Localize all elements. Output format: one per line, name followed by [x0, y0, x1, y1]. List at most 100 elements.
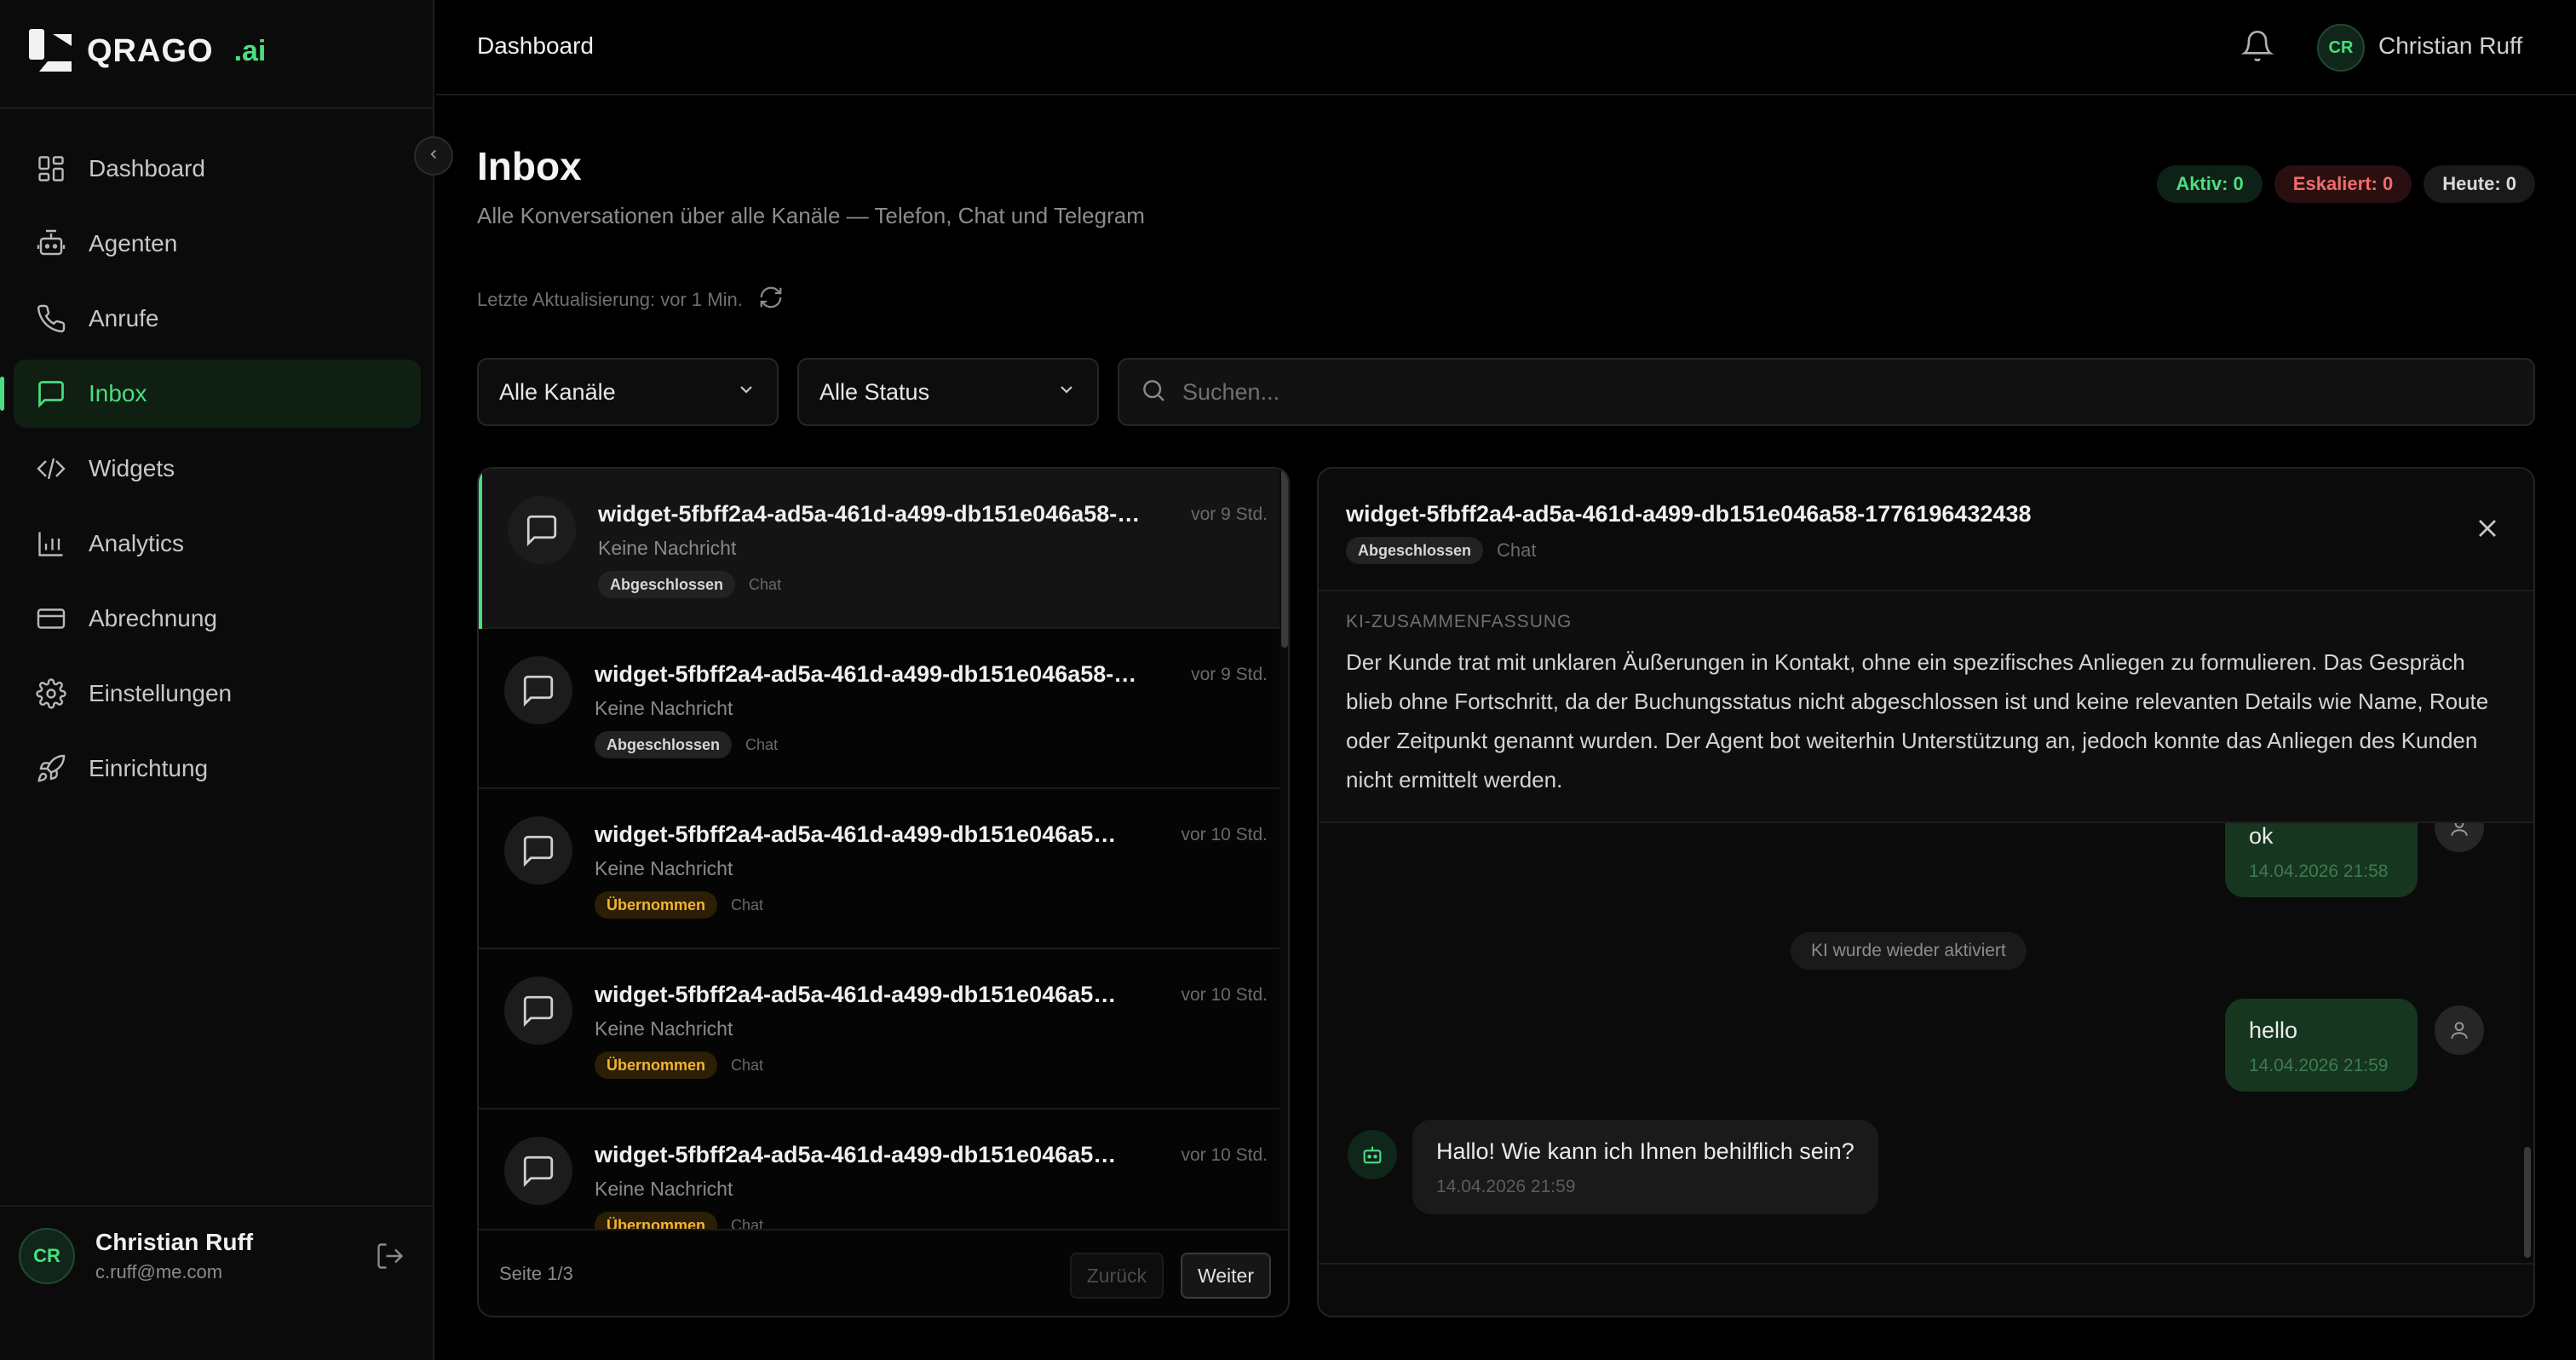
conversation-title: widget-5fbff2a4-ad5a-461d-a499-db151e046…: [595, 821, 1123, 847]
sidebar-item-anrufe[interactable]: Anrufe: [14, 285, 421, 353]
channel-select[interactable]: Alle Kanäle: [477, 358, 779, 426]
refresh-icon[interactable]: [758, 285, 784, 315]
conversation-tags: Übernommen Chat: [595, 1212, 763, 1229]
sidebar-item-analytics[interactable]: Analytics: [14, 510, 421, 578]
sidebar-item-label: Einrichtung: [89, 755, 209, 781]
bell-icon[interactable]: [2240, 29, 2274, 63]
conversation-detail: widget-5fbff2a4-ad5a-461d-a499-db151e046…: [1317, 467, 2535, 1317]
page-info: Seite 1/3: [499, 1263, 573, 1284]
message-thread[interactable]: ok 14.04.2026 21:58 KI wurde wieder akti…: [1319, 823, 2521, 1261]
chevron-down-icon: [1056, 379, 1077, 406]
sidebar: QRAGO .ai Dashboard Agenten Anrufe Inbox…: [0, 0, 434, 1360]
last-update-text: Letzte Aktualisierung: vor 1 Min.: [477, 289, 743, 310]
code-icon: [36, 453, 66, 484]
sidebar-item-dashboard[interactable]: Dashboard: [14, 135, 421, 203]
status-badge-escalated: Eskaliert: 0: [2274, 165, 2412, 203]
avatar[interactable]: CR: [2317, 24, 2365, 72]
page-title: Inbox: [477, 144, 582, 188]
rocket-icon: [36, 753, 66, 784]
robot-icon: [36, 228, 66, 259]
conversation-tags: Abgeschlossen Chat: [598, 571, 781, 598]
sidebar-item-einstellungen[interactable]: Einstellungen: [14, 660, 421, 728]
scrollbar[interactable]: [2521, 823, 2533, 1261]
ai-summary-label: KI-ZUSAMMENFASSUNG: [1346, 612, 1573, 631]
user-name: Christian Ruff: [95, 1229, 254, 1255]
channel-label: Chat: [1497, 539, 1537, 561]
message-text: hello: [2249, 1017, 2298, 1043]
list-item[interactable]: widget-5fbff2a4-ad5a-461d-a499-db151e046…: [479, 629, 1279, 789]
scrollbar-thumb[interactable]: [2524, 1147, 2531, 1258]
next-page-button[interactable]: Weiter: [1180, 1253, 1271, 1299]
sidebar-item-label: Anrufe: [89, 305, 159, 331]
collapse-sidebar-button[interactable]: [414, 136, 453, 176]
conversation-title: widget-5fbff2a4-ad5a-461d-a499-db151e046…: [595, 1142, 1123, 1167]
credit-card-icon: [36, 603, 66, 634]
topbar-title: Dashboard: [477, 32, 594, 59]
conversation-preview: Keine Nachricht: [595, 1178, 733, 1200]
channel-select-value: Alle Kanäle: [499, 378, 616, 405]
search-input[interactable]: [1182, 378, 2460, 406]
list-item[interactable]: widget-5fbff2a4-ad5a-461d-a499-db151e046…: [479, 469, 1279, 629]
search-box[interactable]: [1118, 358, 2535, 426]
channel-label: Chat: [731, 1216, 764, 1230]
close-icon[interactable]: [2472, 513, 2503, 544]
message-time: 14.04.2026 21:59: [1436, 1177, 1576, 1196]
conversation-list-scroll[interactable]: widget-5fbff2a4-ad5a-461d-a499-db151e046…: [479, 469, 1279, 1229]
conversation-time: vor 10 Std.: [1181, 1145, 1268, 1165]
sidebar-item-widgets[interactable]: Widgets: [14, 435, 421, 503]
detail-header: widget-5fbff2a4-ad5a-461d-a499-db151e046…: [1319, 469, 2533, 591]
message-text: ok: [2249, 823, 2274, 849]
brand[interactable]: QRAGO .ai: [27, 26, 266, 77]
status-badge: Übernommen: [595, 1212, 718, 1229]
sidebar-item-label: Inbox: [89, 380, 147, 406]
avatar[interactable]: CR: [19, 1228, 75, 1284]
brand-suffix: .ai: [233, 34, 267, 67]
conversation-title: widget-5fbff2a4-ad5a-461d-a499-db151e046…: [595, 661, 1140, 687]
user-email: c.ruff@me.com: [95, 1261, 223, 1282]
status-badge-active: Aktiv: 0: [2157, 165, 2263, 203]
user-info: Christian Ruff c.ruff@me.com: [95, 1229, 253, 1283]
bot-icon: [1348, 1130, 1397, 1179]
divider: [0, 107, 434, 109]
prev-page-button[interactable]: Zurück: [1069, 1253, 1164, 1299]
status-badge: Übernommen: [595, 1052, 718, 1079]
logout-icon[interactable]: [375, 1241, 405, 1271]
sidebar-item-label: Widgets: [89, 455, 175, 481]
chat-icon: [504, 656, 572, 724]
scrollbar-thumb[interactable]: [1281, 469, 1288, 648]
detail-title: widget-5fbff2a4-ad5a-461d-a499-db151e046…: [1346, 501, 2032, 527]
ai-summary-text: Der Kunde trat mit unklaren Äußerungen i…: [1346, 649, 2489, 792]
topbar-user-name[interactable]: Christian Ruff: [2378, 32, 2522, 60]
sidebar-item-inbox[interactable]: Inbox: [0, 360, 421, 428]
list-item[interactable]: widget-5fbff2a4-ad5a-461d-a499-db151e046…: [479, 789, 1279, 949]
scrollbar[interactable]: [1279, 469, 1288, 1229]
conversation-title: widget-5fbff2a4-ad5a-461d-a499-db151e046…: [598, 501, 1143, 527]
chat-icon: [504, 816, 572, 885]
status-badge: Übernommen: [595, 891, 718, 919]
conversation-tags: Übernommen Chat: [595, 1052, 763, 1079]
channel-label: Chat: [745, 735, 779, 753]
message-text: Hallo! Wie kann ich Ihnen behilflich sei…: [1436, 1138, 1854, 1164]
list-item[interactable]: widget-5fbff2a4-ad5a-461d-a499-db151e046…: [479, 949, 1279, 1109]
sidebar-item-abrechnung[interactable]: Abrechnung: [14, 585, 421, 653]
topbar: Dashboard CR Christian Ruff: [436, 0, 2576, 95]
conversation-time: vor 9 Std.: [1191, 665, 1268, 684]
conversation-preview: Keine Nachricht: [595, 1017, 733, 1040]
sidebar-nav: Dashboard Agenten Anrufe Inbox Widgets A…: [0, 135, 421, 810]
bot-message: Hallo! Wie kann ich Ihnen behilflich sei…: [1412, 1120, 1878, 1214]
sidebar-item-agenten[interactable]: Agenten: [14, 210, 421, 278]
gear-icon: [36, 678, 66, 709]
sidebar-item-label: Dashboard: [89, 155, 205, 182]
conversation-list: widget-5fbff2a4-ad5a-461d-a499-db151e046…: [477, 467, 1290, 1317]
status-select[interactable]: Alle Status: [797, 358, 1099, 426]
chat-icon: [508, 496, 576, 564]
list-item[interactable]: widget-5fbff2a4-ad5a-461d-a499-db151e046…: [479, 1109, 1279, 1229]
sidebar-item-einrichtung[interactable]: Einrichtung: [14, 735, 421, 803]
conversation-time: vor 10 Std.: [1181, 985, 1268, 1005]
pagination: Seite 1/3 Zurück Weiter: [479, 1229, 1288, 1316]
divider: [1319, 1263, 2533, 1265]
chevron-down-icon: [736, 379, 756, 406]
detail-tags: Abgeschlossen Chat: [1346, 537, 1537, 564]
chat-icon: [504, 977, 572, 1045]
message-time: 14.04.2026 21:58: [2249, 862, 2389, 881]
